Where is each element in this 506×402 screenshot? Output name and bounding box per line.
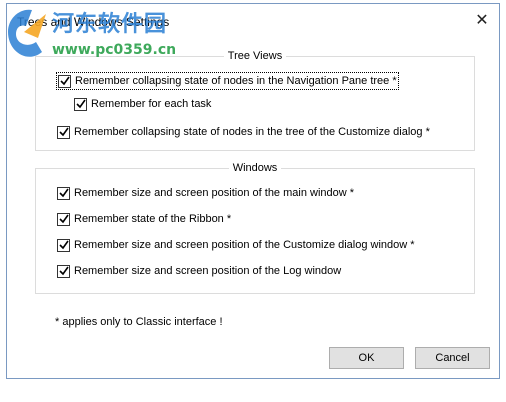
checkbox-label: Remember state of the Ribbon * (74, 213, 232, 225)
title-bar: Trees and Windows Settings ✕ (7, 4, 499, 38)
checkbox-box[interactable] (57, 125, 70, 139)
checkbox-label: Remember for each task (91, 98, 212, 110)
remember-each-task-checkbox[interactable]: Remember for each task (74, 96, 211, 112)
checkbox-box[interactable] (74, 97, 87, 111)
checkmark-icon (58, 266, 69, 276)
close-icon: ✕ (475, 12, 489, 29)
checkmark-icon (59, 76, 70, 86)
checkbox-box[interactable] (57, 238, 70, 252)
checkmark-icon (58, 214, 69, 224)
dialog-title: Trees and Windows Settings (17, 15, 170, 29)
windows-legend: Windows (232, 162, 278, 174)
checkbox-label: Remember collapsing state of nodes in th… (74, 126, 430, 138)
checkbox-label: Remember size and screen position of the… (74, 239, 415, 251)
ok-button[interactable]: OK (329, 347, 404, 369)
checkbox-box[interactable] (58, 74, 71, 88)
customize-tree-checkbox[interactable]: Remember collapsing state of nodes in th… (57, 124, 430, 140)
tree-views-legend: Tree Views (227, 50, 283, 62)
checkmark-icon (58, 240, 69, 250)
ribbon-state-checkbox[interactable]: Remember state of the Ribbon * (57, 211, 231, 227)
nav-pane-tree-checkbox[interactable]: Remember collapsing state of nodes in th… (56, 72, 399, 90)
checkmark-icon (58, 127, 69, 137)
customize-window-checkbox[interactable]: Remember size and screen position of the… (57, 237, 415, 253)
log-window-checkbox[interactable]: Remember size and screen position of the… (57, 263, 341, 279)
checkbox-box[interactable] (57, 186, 70, 200)
close-button[interactable]: ✕ (465, 4, 499, 36)
checkbox-label: Remember collapsing state of nodes in th… (75, 75, 397, 87)
checkbox-label: Remember size and screen position of the… (74, 265, 342, 277)
checkmark-icon (58, 188, 69, 198)
cancel-button[interactable]: Cancel (415, 347, 490, 369)
checkbox-box[interactable] (57, 212, 70, 226)
checkmark-icon (75, 99, 86, 109)
checkbox-box[interactable] (57, 264, 70, 278)
checkbox-label: Remember size and screen position of the… (74, 187, 355, 199)
settings-dialog: Trees and Windows Settings ✕ Tree Views … (6, 3, 500, 379)
main-window-checkbox[interactable]: Remember size and screen position of the… (57, 185, 354, 201)
classic-interface-note: * applies only to Classic interface ! (55, 316, 223, 328)
